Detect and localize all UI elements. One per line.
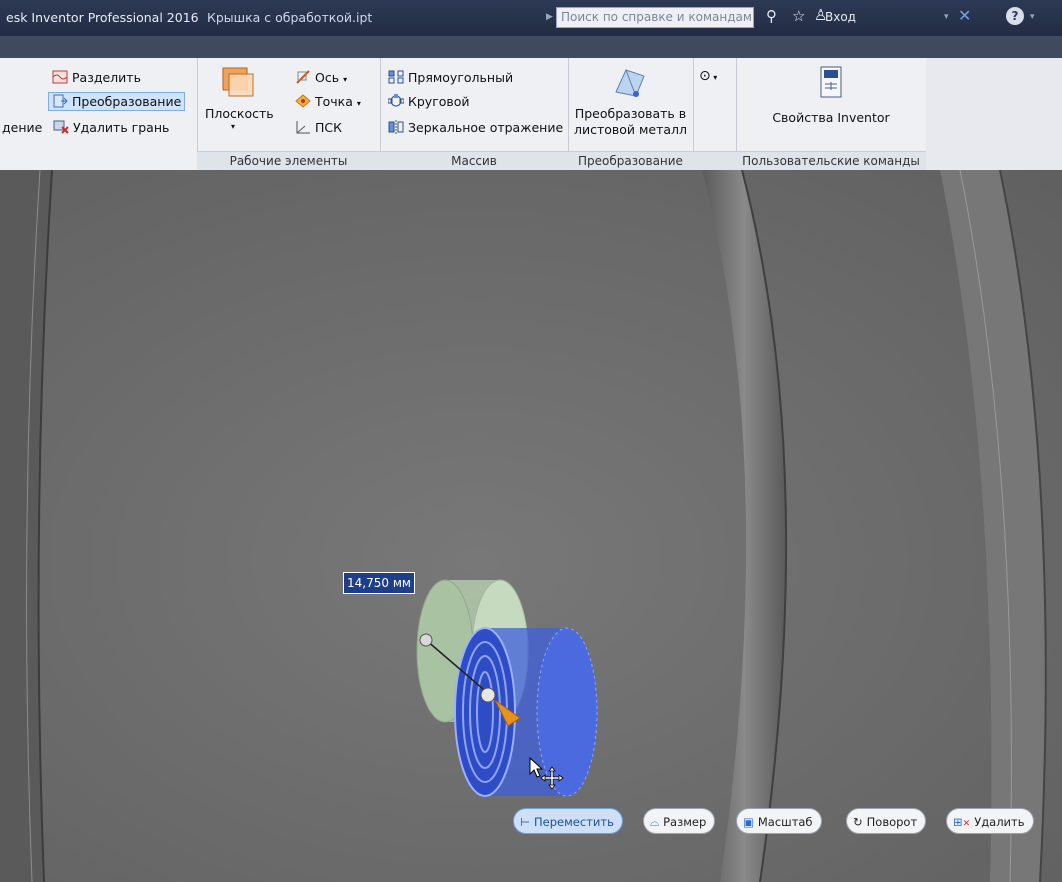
delete-icon: ⊞✕ xyxy=(953,815,971,829)
title-bar: esk Inventor Professional 2016 Крышка с … xyxy=(0,0,1062,36)
move-button[interactable]: ⊢ Переместить xyxy=(513,808,623,834)
help-dropdown-icon[interactable]: ▾ xyxy=(1030,12,1035,22)
login-link[interactable]: Вход xyxy=(825,10,856,24)
axis-icon xyxy=(296,70,310,84)
panel-modify: Разделить Преобразование дение Удалить г… xyxy=(0,58,198,170)
rect-pattern-button[interactable]: Прямоугольный xyxy=(388,70,513,85)
size-button[interactable]: ⌓ Размер xyxy=(643,808,716,834)
properties-icon xyxy=(820,66,842,98)
search-input[interactable]: Поиск по справке и командам. xyxy=(556,7,754,28)
convert-icon xyxy=(53,94,68,108)
scale-label: Масштаб xyxy=(757,815,813,829)
graphics-viewport[interactable]: 14,750 мм xyxy=(0,170,1062,882)
ribbon: Разделить Преобразование дение Удалить г… xyxy=(0,58,1062,171)
ribbon-empty-area xyxy=(926,58,1062,170)
rotate-button[interactable]: ↻ Поворот xyxy=(846,808,927,834)
convert-title: Преобразование xyxy=(568,151,693,170)
exchange-apps-icon[interactable]: ✕ xyxy=(958,6,971,25)
delete-face-label: Удалить грань xyxy=(73,120,170,135)
move-cursor-icon xyxy=(529,756,564,790)
dropdown-circle-icon: ⊙ xyxy=(699,68,711,84)
sheet-metal-label-1: Преобразовать в xyxy=(574,106,687,121)
convert-button[interactable]: Преобразование xyxy=(48,92,186,111)
move-label: Переместить xyxy=(534,815,614,829)
quick-dropdown-button[interactable]: ⊙ ▾ xyxy=(699,68,717,84)
inventor-properties-button[interactable]: Свойства Inventor xyxy=(736,64,926,134)
preview-cylinder-blue[interactable] xyxy=(454,627,598,797)
rect-pattern-label: Прямоугольный xyxy=(408,70,514,85)
binoculars-icon[interactable]: ⚲ xyxy=(766,7,777,25)
ucs-label: ПСК xyxy=(315,120,343,135)
pattern-title: Массив xyxy=(380,151,568,170)
dimension-value-input[interactable]: 14,750 мм xyxy=(343,572,415,594)
split-label: Разделить xyxy=(72,70,141,85)
move-icon: ⊢ xyxy=(520,815,531,829)
scale-button[interactable]: ▣ Масштаб xyxy=(736,808,822,834)
plane-label: Плоскость xyxy=(205,106,274,121)
rect-pattern-icon xyxy=(388,70,404,84)
delete-face-icon xyxy=(53,120,69,134)
axis-dropdown-icon: ▾ xyxy=(343,75,348,84)
sheet-metal-label-2: листовой металл xyxy=(573,122,688,137)
plane-icon xyxy=(222,67,254,97)
dimension-end-handle[interactable] xyxy=(480,687,496,703)
mirror-label: Зеркальное отражение xyxy=(408,120,564,135)
point-button[interactable]: Точка ▾ xyxy=(295,94,361,109)
size-label: Размер xyxy=(663,815,707,829)
partial-command-label[interactable]: дение xyxy=(2,120,42,135)
convert-sheet-metal-button[interactable]: Преобразовать в листовой металл xyxy=(568,64,693,148)
chevron-down-icon[interactable]: ▾ xyxy=(944,12,949,22)
scale-icon: ▣ xyxy=(743,815,754,829)
user-commands-title: Пользовательские команды xyxy=(736,151,926,170)
circular-pattern-label: Круговой xyxy=(408,94,470,109)
ucs-button[interactable]: ПСК xyxy=(295,120,342,135)
chevron-down-icon: ▾ xyxy=(710,73,718,82)
point-label: Точка xyxy=(315,94,353,109)
ucs-icon xyxy=(296,121,310,134)
delete-button[interactable]: ⊞✕ Удалить xyxy=(946,808,1034,834)
convert-label: Преобразование xyxy=(72,94,182,109)
circular-pattern-icon xyxy=(388,94,404,107)
document-title: Крышка с обработкой.ipt xyxy=(207,10,373,25)
axis-button[interactable]: Ось ▾ xyxy=(295,70,347,85)
delete-face-button[interactable]: Удалить грань xyxy=(53,120,169,135)
tab-strip xyxy=(0,36,1062,58)
size-icon: ⌓ xyxy=(650,815,660,829)
dimension-start-handle[interactable] xyxy=(419,633,433,647)
help-icon[interactable]: ? xyxy=(1006,7,1024,25)
delete-label: Удалить xyxy=(974,815,1025,829)
convert-highlight: Преобразование xyxy=(48,92,186,111)
panel-work-features: Плоскость ▾ Ось ▾ Точка ▾ ПСК Рабочие эл… xyxy=(197,58,381,170)
mirror-icon xyxy=(388,120,404,134)
circular-pattern-button[interactable]: Круговой xyxy=(388,94,470,109)
rotate-icon: ↻ xyxy=(853,815,863,829)
panel-pattern: Прямоугольный Круговой Зеркальное отраже… xyxy=(380,58,569,170)
sheet-metal-icon xyxy=(615,69,645,97)
split-button[interactable]: Разделить xyxy=(52,70,141,85)
plane-dropdown-icon: ▾ xyxy=(231,122,236,131)
point-icon xyxy=(295,94,311,108)
mirror-button[interactable]: Зеркальное отражение xyxy=(388,120,563,135)
axis-label: Ось xyxy=(315,70,340,85)
star-icon[interactable]: ☆ xyxy=(792,7,805,25)
rotate-label: Поворот xyxy=(866,815,918,829)
plane-button[interactable]: Плоскость ▾ xyxy=(205,66,274,134)
work-features-title: Рабочие элементы xyxy=(197,151,380,170)
panel-user-commands: Свойства Inventor Пользовательские коман… xyxy=(736,58,927,170)
app-title: esk Inventor Professional 2016 xyxy=(6,10,199,25)
search-expand-icon[interactable]: ▶ xyxy=(546,12,553,22)
inventor-properties-label: Свойства Inventor xyxy=(772,110,890,125)
empty-panel-title xyxy=(693,151,736,170)
panel-convert: Преобразовать в листовой металл Преобраз… xyxy=(568,58,694,170)
point-dropdown-icon: ▾ xyxy=(356,99,361,108)
panel-quick-dropdown: ⊙ ▾ xyxy=(693,58,737,170)
split-icon xyxy=(52,70,68,84)
